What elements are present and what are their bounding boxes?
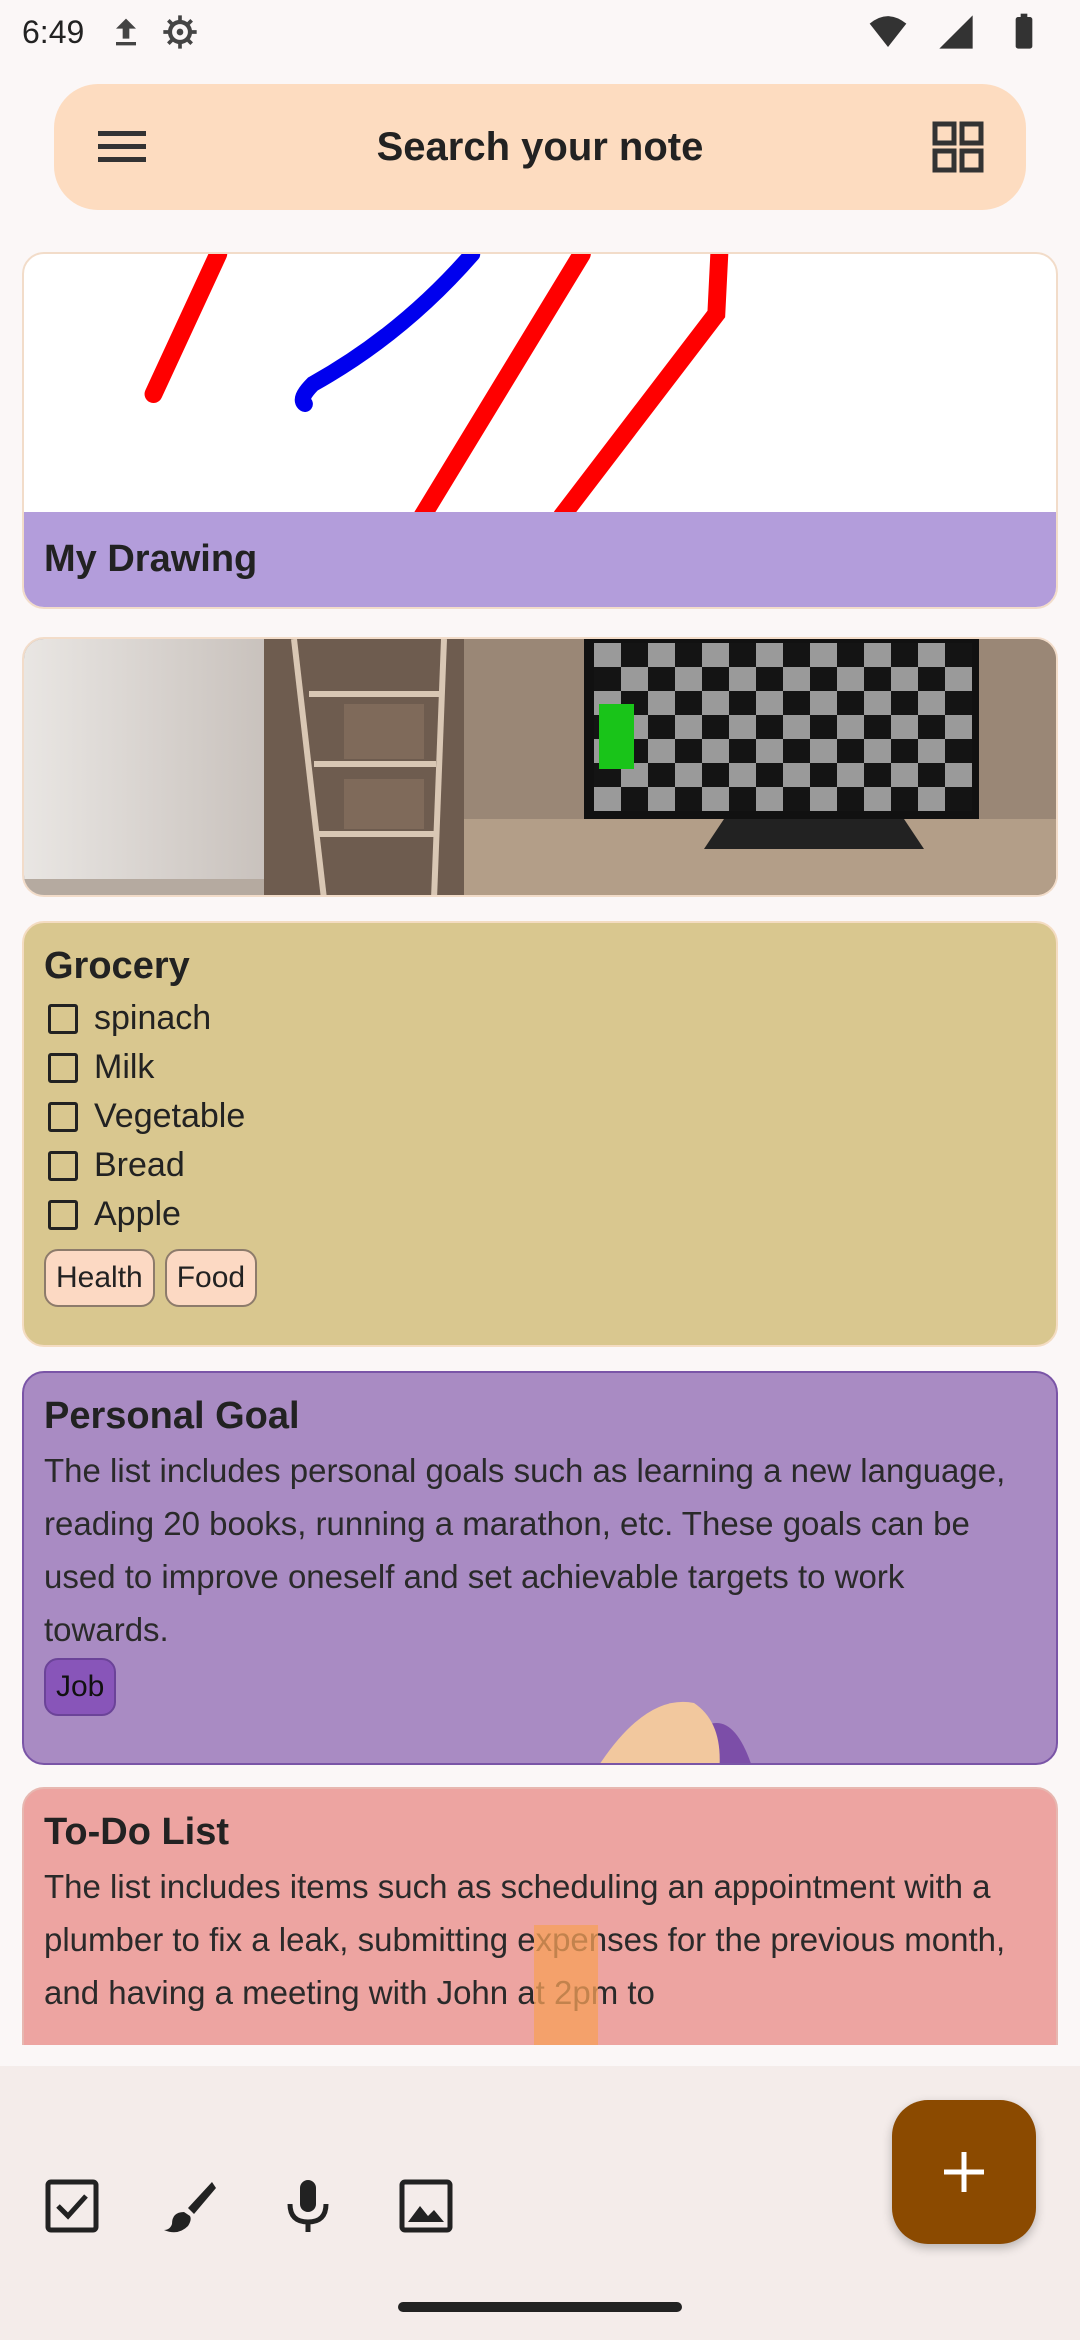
checklist-item-label: Apple bbox=[94, 1195, 181, 1233]
checkbox-icon[interactable] bbox=[48, 1101, 78, 1132]
image-icon bbox=[399, 2179, 453, 2233]
checkbox-icon[interactable] bbox=[48, 1052, 78, 1083]
settings-icon bbox=[163, 15, 197, 49]
tag-health[interactable]: Health bbox=[44, 1249, 155, 1307]
wifi-icon bbox=[869, 16, 907, 47]
home-indicator[interactable] bbox=[398, 2302, 682, 2312]
note-card-image[interactable] bbox=[22, 637, 1058, 897]
tv bbox=[584, 639, 979, 819]
note-card-drawing[interactable]: My Drawing bbox=[22, 252, 1058, 609]
mic-icon bbox=[287, 2180, 329, 2232]
note-body: The list includes personal goals such as… bbox=[44, 1452, 1006, 1648]
checkbox-icon[interactable] bbox=[48, 1003, 78, 1034]
new-voice-note-button[interactable] bbox=[276, 2174, 340, 2238]
checkbox-icon bbox=[45, 2179, 99, 2233]
note-card-personal-goal[interactable]: Personal Goal The list includes personal… bbox=[22, 1371, 1058, 1765]
note-title: Personal Goal bbox=[44, 1395, 300, 1437]
note-title: To-Do List bbox=[44, 1811, 230, 1853]
tag-job[interactable]: Job bbox=[44, 1658, 117, 1716]
tag-food[interactable]: Food bbox=[164, 1249, 258, 1307]
drawing-preview bbox=[144, 254, 729, 516]
new-checklist-button[interactable] bbox=[40, 2174, 104, 2238]
upload-icon bbox=[116, 18, 137, 46]
checklist-item-label: Milk bbox=[94, 1048, 155, 1086]
search-bar[interactable]: Search your note bbox=[54, 84, 1026, 210]
checklist-item-label: Bread bbox=[94, 1146, 185, 1184]
search-title[interactable]: Search your note bbox=[377, 125, 704, 170]
menu-button[interactable] bbox=[90, 115, 154, 179]
status-bar: 6:49 bbox=[0, 0, 1080, 64]
checklist-item[interactable]: Apple bbox=[44, 1190, 1036, 1239]
checklist-item-label: spinach bbox=[94, 999, 212, 1037]
tag-list: Job bbox=[44, 1658, 1036, 1716]
checklist-item[interactable]: spinach bbox=[44, 994, 1036, 1043]
notes-list[interactable]: My Drawing Grocery spinach Milk Vegetabl… bbox=[0, 250, 1080, 2045]
checklist-item[interactable]: Bread bbox=[44, 1141, 1036, 1190]
checklist-item[interactable]: Milk bbox=[44, 1043, 1036, 1092]
decorative-highlight bbox=[534, 1925, 598, 2045]
signal-icon bbox=[939, 15, 973, 49]
new-image-note-button[interactable] bbox=[394, 2174, 458, 2238]
checkbox-icon[interactable] bbox=[48, 1150, 78, 1181]
status-time: 6:49 bbox=[22, 13, 85, 50]
note-card-todo[interactable]: To-Do List The list includes items such … bbox=[22, 1787, 1058, 2045]
grid-view-icon bbox=[932, 121, 984, 173]
note-title: Grocery bbox=[44, 945, 190, 987]
toolbar-actions bbox=[40, 2174, 458, 2238]
menu-icon bbox=[98, 131, 146, 162]
checklist-item[interactable]: Vegetable bbox=[44, 1092, 1036, 1141]
drawing-title: My Drawing bbox=[24, 512, 1056, 607]
checklist: spinach Milk Vegetable Bread Apple bbox=[44, 994, 1036, 1239]
decorative-illustration bbox=[600, 1701, 751, 1763]
tag-list: Health Food bbox=[44, 1249, 1036, 1307]
plus-icon bbox=[944, 2152, 984, 2192]
grid-view-button[interactable] bbox=[926, 115, 990, 179]
room-photo bbox=[24, 639, 1056, 895]
checkbox-icon[interactable] bbox=[48, 1199, 78, 1230]
checklist-item-label: Vegetable bbox=[94, 1097, 246, 1135]
new-drawing-button[interactable] bbox=[158, 2174, 222, 2238]
add-note-button[interactable] bbox=[892, 2100, 1036, 2244]
note-card-grocery[interactable]: Grocery spinach Milk Vegetable Bread App… bbox=[22, 921, 1058, 1347]
battery-icon bbox=[1015, 13, 1033, 49]
brush-icon bbox=[164, 2182, 216, 2233]
